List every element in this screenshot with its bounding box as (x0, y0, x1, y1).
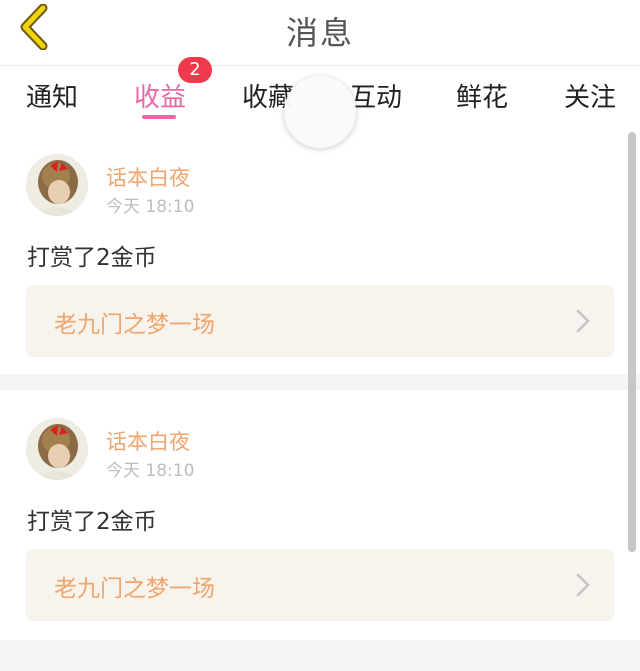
message-card: 话本白夜 今天 18:10 打赏了2金币 老九门之梦一场 (0, 128, 640, 374)
tab-following[interactable]: 关注 (564, 77, 616, 114)
work-title: 老九门之梦一场 (54, 312, 215, 338)
touch-indicator (284, 76, 356, 148)
tab-earnings[interactable]: 收益 (134, 77, 186, 114)
chevron-right-icon (576, 573, 590, 601)
earnings-count-badge: 2 (178, 57, 212, 83)
message-text: 打赏了2金币 (27, 245, 157, 271)
page-title: 消息 (285, 14, 354, 52)
message-text: 打赏了2金币 (27, 509, 157, 535)
work-title: 老九门之梦一场 (54, 576, 215, 602)
tab-notifications[interactable]: 通知 (26, 77, 78, 114)
message-card: 话本白夜 今天 18:10 打赏了2金币 老九门之梦一场 (0, 390, 640, 638)
avatar[interactable] (26, 418, 88, 480)
section-divider (0, 640, 640, 671)
work-link[interactable]: 老九门之梦一场 (26, 549, 614, 621)
username[interactable]: 话本白夜 (106, 426, 190, 456)
username[interactable]: 话本白夜 (106, 162, 190, 192)
active-tab-indicator (142, 115, 176, 119)
section-divider (0, 374, 640, 390)
work-link[interactable]: 老九门之梦一场 (26, 285, 614, 357)
timestamp: 今天 18:10 (106, 197, 195, 217)
top-bar: 消息 (0, 0, 640, 66)
avatar[interactable] (26, 154, 88, 216)
tab-interactions[interactable]: 互动 (350, 77, 402, 114)
chevron-right-icon (576, 309, 590, 337)
scrollbar[interactable] (628, 132, 636, 552)
timestamp: 今天 18:10 (106, 461, 195, 481)
tab-flowers[interactable]: 鲜花 (456, 77, 508, 114)
